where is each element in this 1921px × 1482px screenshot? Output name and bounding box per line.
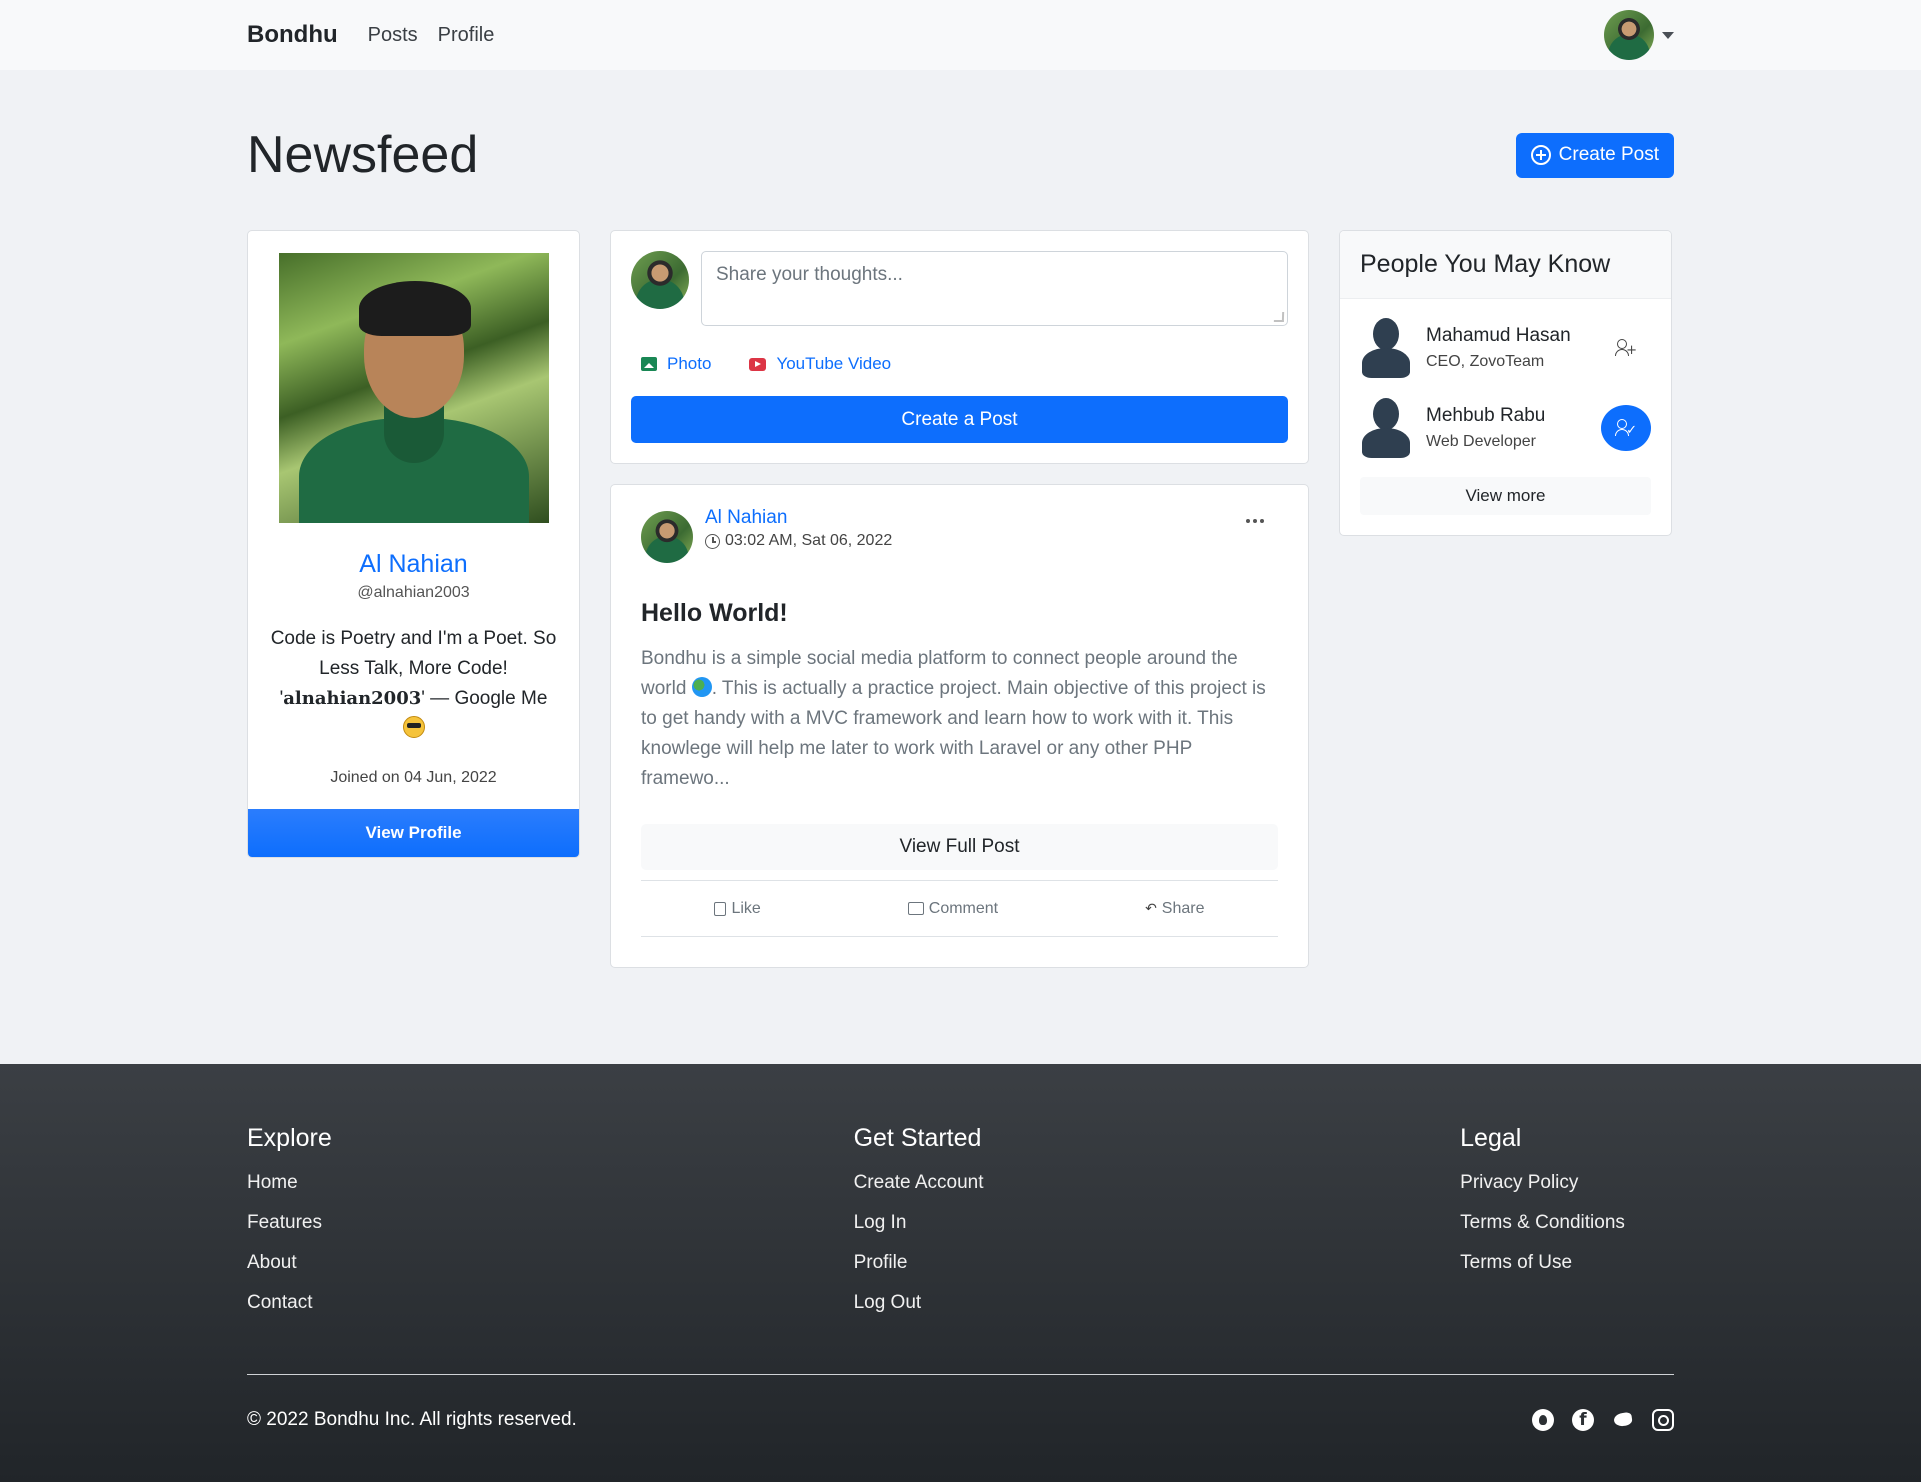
view-profile-button[interactable]: View Profile — [248, 809, 579, 857]
feed-column: Share your thoughts... Photo YouTube Vid… — [610, 230, 1309, 968]
person-role: CEO, ZovoTeam — [1426, 353, 1545, 370]
page-header: Newsfeed Create Post — [247, 70, 1674, 230]
footer-column-explore: Explore Home Features About Contact — [247, 1124, 854, 1374]
footer-link-log-in[interactable]: Log In — [854, 1203, 1461, 1243]
footer-link-about[interactable]: About — [247, 1243, 854, 1283]
post-title: Hello World! — [641, 599, 788, 627]
add-youtube-button[interactable]: YouTube Video — [749, 354, 891, 374]
composer-media-options: Photo YouTube Video — [641, 354, 1288, 374]
footer-link-features[interactable]: Features — [247, 1203, 854, 1243]
person-silhouette-icon — [1360, 318, 1412, 378]
copyright-text: © 2022 Bondhu Inc. All rights reserved. — [247, 1408, 577, 1430]
post-actions: Like Comment ↶ Share — [641, 880, 1278, 937]
instagram-icon[interactable] — [1652, 1408, 1674, 1431]
person-name[interactable]: Mehbub Rabu — [1426, 405, 1587, 427]
navbar: Bondhu Posts Profile — [0, 0, 1921, 70]
profile-joined-date: Joined on 04 Jun, 2022 — [330, 769, 497, 786]
github-icon[interactable] — [1532, 1408, 1554, 1431]
footer-column-legal: Legal Privacy Policy Terms & Conditions … — [1460, 1124, 1674, 1374]
comment-icon — [907, 902, 924, 915]
nav-link-posts[interactable]: Posts — [368, 24, 418, 47]
person-silhouette-icon — [1360, 398, 1412, 458]
view-full-post-button[interactable]: View Full Post — [641, 824, 1278, 870]
globe-emoji-icon — [691, 677, 712, 697]
user-check-icon: ✓ — [1615, 418, 1637, 438]
composer-avatar — [631, 251, 689, 309]
profile-card: Al Nahian @alnahian2003 Code is Poetry a… — [247, 230, 580, 858]
create-post-label: Create Post — [1558, 144, 1659, 165]
thumbs-up-icon — [714, 901, 727, 916]
profile-name[interactable]: Al Nahian — [248, 550, 579, 579]
page: Bondhu Posts Profile Newsfeed Create Pos… — [0, 0, 1921, 1482]
footer-heading: Legal — [1460, 1124, 1522, 1152]
content-columns: Al Nahian @alnahian2003 Code is Poetry a… — [247, 230, 1674, 968]
twitter-icon[interactable] — [1612, 1409, 1634, 1431]
post-body: Bondhu is a simple social media platform… — [641, 648, 1266, 789]
people-you-may-know-card: People You May Know Mahamud Hasan CEO, Z… — [1339, 230, 1672, 536]
user-plus-icon: + — [1615, 338, 1637, 358]
people-heading: People You May Know — [1340, 231, 1671, 299]
add-friend-button[interactable]: + — [1601, 325, 1651, 371]
bio-bold-handle: alnahian2003 — [283, 688, 422, 709]
profile-photo — [278, 253, 549, 523]
add-photo-button[interactable]: Photo — [641, 354, 711, 374]
suggested-person: Mehbub Rabu Web Developer ✓ — [1340, 379, 1671, 459]
footer-heading: Get Started — [853, 1124, 982, 1152]
footer-bottom: © 2022 Bondhu Inc. All rights reserved. … — [247, 1374, 1674, 1464]
image-icon — [641, 357, 657, 371]
thoughts-textarea[interactable]: Share your thoughts... — [701, 251, 1288, 326]
profile-handle: @alnahian2003 — [357, 584, 470, 601]
footer-link-terms-of-use[interactable]: Terms of Use — [1460, 1243, 1674, 1283]
nav-link-profile[interactable]: Profile — [438, 24, 495, 47]
plus-circle-icon — [1530, 145, 1551, 165]
sunglasses-emoji-icon — [402, 716, 425, 738]
footer-heading: Explore — [247, 1124, 332, 1152]
profile-bio: Code is Poetry and I'm a Poet. So Less T… — [268, 624, 559, 744]
post-author-avatar[interactable] — [641, 511, 693, 563]
footer-link-privacy-policy[interactable]: Privacy Policy — [1460, 1163, 1674, 1203]
social-links: f — [1532, 1408, 1674, 1431]
post-header: Al Nahian 03:02 AM, Sat 06, 2022 — [641, 507, 1278, 563]
footer-link-log-out[interactable]: Log Out — [854, 1283, 1461, 1323]
facebook-icon[interactable]: f — [1572, 1408, 1594, 1431]
brand-logo[interactable]: Bondhu — [247, 21, 338, 49]
user-avatar[interactable] — [1604, 10, 1654, 60]
more-options-icon[interactable] — [1246, 519, 1264, 523]
page-title: Newsfeed — [247, 126, 479, 184]
clock-icon — [705, 533, 720, 549]
person-role: Web Developer — [1426, 433, 1536, 450]
user-menu-toggle[interactable] — [1604, 10, 1674, 60]
comment-button[interactable]: Comment — [907, 900, 998, 918]
footer-link-home[interactable]: Home — [247, 1163, 854, 1203]
footer-link-create-account[interactable]: Create Account — [854, 1163, 1461, 1203]
share-button[interactable]: ↶ Share — [1145, 900, 1204, 918]
add-friend-button[interactable]: ✓ — [1601, 405, 1651, 451]
footer-link-contact[interactable]: Contact — [247, 1283, 854, 1323]
post-author-name[interactable]: Al Nahian — [705, 507, 892, 529]
reply-arrow-icon: ↶ — [1145, 900, 1157, 916]
youtube-icon — [749, 357, 767, 371]
like-button[interactable]: Like — [714, 900, 761, 918]
post-card: Al Nahian 03:02 AM, Sat 06, 2022 Hello W… — [610, 484, 1309, 968]
view-more-button[interactable]: View more — [1360, 477, 1651, 515]
post-timestamp: 03:02 AM, Sat 06, 2022 — [705, 532, 892, 550]
footer-column-get-started: Get Started Create Account Log In Profil… — [854, 1124, 1461, 1374]
post-composer: Share your thoughts... Photo YouTube Vid… — [610, 230, 1309, 464]
footer-link-profile[interactable]: Profile — [854, 1243, 1461, 1283]
person-name[interactable]: Mahamud Hasan — [1426, 325, 1587, 347]
create-a-post-button[interactable]: Create a Post — [631, 396, 1288, 443]
footer: Explore Home Features About Contact Get … — [0, 1064, 1921, 1482]
footer-columns: Explore Home Features About Contact Get … — [247, 1064, 1674, 1374]
suggested-person: Mahamud Hasan CEO, ZovoTeam + — [1340, 299, 1671, 379]
main-content: Newsfeed Create Post Al Nahian @alnahian… — [0, 70, 1921, 1064]
chevron-down-icon[interactable] — [1662, 31, 1674, 39]
create-post-button[interactable]: Create Post — [1515, 132, 1674, 178]
footer-link-terms-conditions[interactable]: Terms & Conditions — [1460, 1203, 1674, 1243]
